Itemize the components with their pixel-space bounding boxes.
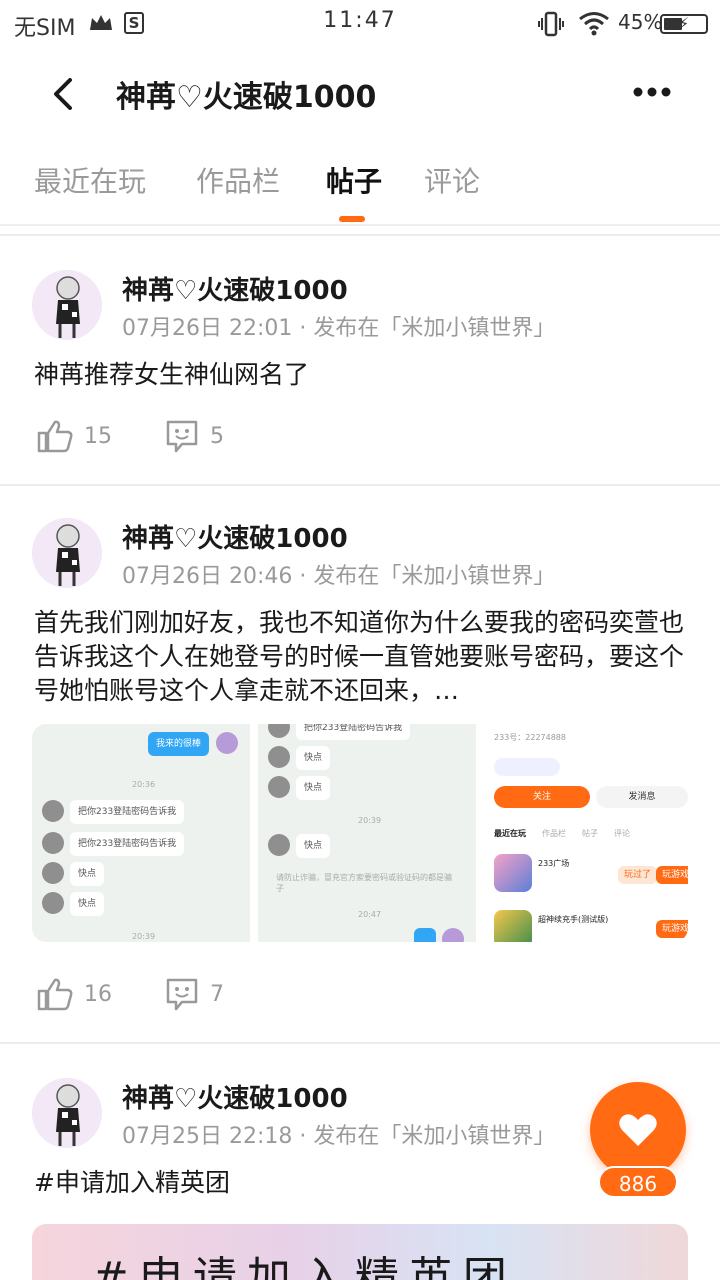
- post-card[interactable]: 神苒♡火速破1000 07月26日 20:46 · 发布在「米加小镇世界」 首先…: [0, 486, 720, 1042]
- chat-time: 20:47: [358, 910, 382, 919]
- like-count: 16: [84, 981, 112, 1007]
- game-title: 超神续充手(测试版): [538, 915, 609, 924]
- comment-icon: [166, 978, 198, 1011]
- more-options-icon[interactable]: [632, 84, 672, 103]
- chat-bubble: 快点: [70, 892, 105, 916]
- tab-works[interactable]: 作品栏: [196, 160, 280, 200]
- chat-bubble: 把你233登陆密码告诉我: [70, 832, 185, 856]
- post-text[interactable]: 神苒推荐女生神仙网名了: [34, 358, 684, 392]
- chat-avatar: [42, 800, 64, 822]
- avatar[interactable]: [32, 518, 102, 588]
- chat-avatar: [42, 892, 64, 914]
- title-bar: 神苒♡火速破1000: [0, 56, 720, 132]
- vibrate-icon: [538, 10, 564, 42]
- chat-avatar: [268, 834, 290, 856]
- like-button[interactable]: 16: [36, 976, 112, 1012]
- comment-count: 7: [210, 981, 224, 1007]
- page-title: 神苒♡火速破1000: [116, 80, 377, 115]
- chat-avatar: [268, 776, 290, 798]
- post-author[interactable]: 神苒♡火速破1000: [122, 518, 348, 555]
- tag-chip: [494, 758, 560, 776]
- status-bar: 无SIM S 11:47 45% ⚡: [0, 0, 720, 48]
- like-button[interactable]: 15: [36, 418, 112, 454]
- chat-screenshot[interactable]: 我来的很棒 20:36 把你233登陆密码告诉我 把你233登陆密码告诉我 快点…: [32, 724, 250, 942]
- chat-screenshot[interactable]: 把你233登陆密码告诉我 快点 快点 20:39 快点 请防止诈骗，冒充官方索要…: [258, 724, 476, 942]
- user-id: 233号：22274888: [494, 733, 566, 742]
- mini-tab: 最近在玩: [494, 829, 526, 838]
- profile-screenshot[interactable]: 233号：22274888 关注 发消息 最近在玩 作品栏 帖子 评论 233广…: [484, 724, 688, 942]
- play-button: 玩游戏: [656, 866, 688, 884]
- chat-bubble: 快点: [296, 746, 331, 770]
- thumb-up-icon: [37, 420, 73, 453]
- post-actions: 16 7: [36, 976, 336, 1016]
- thumb-up-icon: [37, 978, 73, 1011]
- play-button: 玩游戏: [656, 920, 688, 938]
- follow-button: 关注: [494, 786, 590, 808]
- fab-like-count: 886: [598, 1166, 678, 1198]
- warning-text: 请防止诈骗，冒充官方索要密码或验证码的都是骗子: [276, 873, 452, 893]
- battery-icon: ⚡: [660, 14, 708, 34]
- post-meta: 07月26日 22:01 · 发布在「米加小镇世界」: [122, 316, 556, 341]
- post-text[interactable]: 首先我们刚加好友，我也不知道你为什么要我的密码奕萱也告诉我这个人在她登号的时候一…: [34, 606, 684, 708]
- wifi-icon: [578, 10, 610, 40]
- post-card[interactable]: 神苒♡火速破1000 07月26日 22:01 · 发布在「米加小镇世界」 神苒…: [0, 236, 720, 484]
- chat-time: 20:39: [358, 816, 382, 825]
- battery-percent: 45%: [618, 10, 663, 34]
- chat-avatar: [442, 928, 464, 942]
- like-fab-button[interactable]: [590, 1082, 686, 1178]
- active-tab-indicator: [339, 216, 365, 222]
- chat-bubble: 快点: [296, 834, 331, 858]
- avatar[interactable]: [32, 270, 102, 340]
- mini-tab: 评论: [614, 829, 630, 838]
- chat-avatar: [42, 862, 64, 884]
- avatar[interactable]: [32, 1078, 102, 1148]
- post-meta: 07月25日 22:18 · 发布在「米加小镇世界」: [122, 1124, 556, 1149]
- message-button: 发消息: [596, 786, 688, 808]
- chat-bubble: 把你233登陆密码告诉我: [296, 724, 411, 740]
- comment-icon: [166, 420, 198, 453]
- chat-avatar: [216, 732, 238, 754]
- banner-text: #申请加入精英团: [92, 1253, 517, 1280]
- chat-bubble: 我来的很棒: [148, 732, 210, 756]
- post-meta: 07月26日 20:46 · 发布在「米加小镇世界」: [122, 564, 556, 589]
- like-count: 15: [84, 423, 112, 449]
- comment-count: 5: [210, 423, 224, 449]
- tab-recent-play[interactable]: 最近在玩: [34, 160, 146, 200]
- tab-comments[interactable]: 评论: [424, 160, 480, 200]
- chat-time: 20:36: [132, 780, 156, 789]
- chat-bubble: 快点: [70, 862, 105, 886]
- post-author[interactable]: 神苒♡火速破1000: [122, 1078, 348, 1115]
- comment-button[interactable]: 7: [164, 976, 224, 1012]
- chat-time: 20:39: [132, 932, 156, 941]
- game-title: 233广场: [538, 859, 570, 868]
- post-text[interactable]: #申请加入精英团: [34, 1166, 684, 1200]
- mini-tab: 帖子: [582, 829, 598, 838]
- chat-avatar: [268, 746, 290, 768]
- chat-bubble: 快点: [296, 776, 331, 800]
- post-author[interactable]: 神苒♡火速破1000: [122, 270, 348, 307]
- heart-icon: [619, 1114, 657, 1146]
- post-image-banner[interactable]: #申请加入精英团: [32, 1224, 688, 1280]
- profile-tabs: 最近在玩 作品栏 帖子 评论: [0, 150, 720, 226]
- game-icon: [494, 910, 532, 942]
- chat-bubble: [414, 928, 436, 942]
- game-tag: 玩过了: [618, 866, 658, 884]
- chat-avatar: [268, 724, 290, 738]
- clock: 11:47: [323, 8, 397, 33]
- game-icon: [494, 854, 532, 892]
- comment-button[interactable]: 5: [164, 418, 224, 454]
- post-actions: 15 5: [36, 418, 336, 458]
- chat-bubble: 把你233登陆密码告诉我: [70, 800, 185, 824]
- tab-posts[interactable]: 帖子: [326, 160, 382, 200]
- chat-avatar: [42, 832, 64, 854]
- post-images[interactable]: 我来的很棒 20:36 把你233登陆密码告诉我 把你233登陆密码告诉我 快点…: [32, 724, 688, 942]
- mini-tab: 作品栏: [542, 829, 566, 838]
- back-arrow-icon[interactable]: [46, 74, 80, 118]
